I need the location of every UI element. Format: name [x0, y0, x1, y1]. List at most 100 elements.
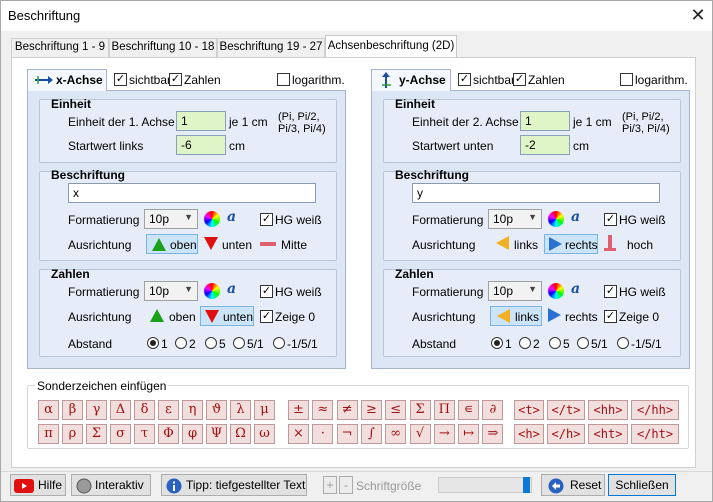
- tag-button[interactable]: <ht>: [588, 424, 628, 444]
- y-numbers-checkbox[interactable]: ✓: [513, 73, 526, 86]
- x-start-input[interactable]: -6: [176, 135, 226, 155]
- triangle-left-icon[interactable]: [496, 236, 509, 250]
- x-caption-align-mitte[interactable]: Mitte: [281, 238, 307, 252]
- x-axis-tab[interactable]: x-Achse: [27, 69, 107, 91]
- interactive-button[interactable]: Interaktiv: [71, 474, 151, 496]
- math-symbol-button[interactable]: ∂: [482, 400, 504, 420]
- triangle-right-icon[interactable]: [548, 308, 561, 322]
- greek-symbol-button[interactable]: ϑ: [206, 400, 227, 420]
- greek-symbol-button[interactable]: η: [182, 400, 203, 420]
- math-symbol-button[interactable]: ∊: [458, 400, 480, 420]
- y-caption-bg-checkbox[interactable]: ✓: [604, 213, 617, 226]
- x-spacing-radio-5[interactable]: [205, 337, 217, 349]
- y-caption-input[interactable]: y: [412, 183, 660, 203]
- x-unit-input[interactable]: 1: [176, 111, 226, 131]
- x-spacing-radio-1[interactable]: [147, 337, 159, 349]
- color-wheel-icon[interactable]: [204, 283, 220, 299]
- tag-button[interactable]: <h>: [514, 424, 544, 444]
- x-numbers-size-select[interactable]: 10p ▼: [144, 281, 198, 301]
- math-symbol-button[interactable]: Π: [433, 400, 455, 420]
- greek-symbol-button[interactable]: μ: [254, 400, 275, 420]
- font-icon[interactable]: a: [571, 281, 580, 297]
- close-button[interactable]: Schließen: [608, 474, 676, 496]
- tag-button[interactable]: <hh>: [588, 400, 628, 420]
- x-caption-align-unten[interactable]: unten: [222, 238, 252, 252]
- tag-button[interactable]: </h>: [547, 424, 585, 444]
- math-symbol-button[interactable]: ≤: [385, 400, 407, 420]
- y-spacing-radio-neg[interactable]: [617, 337, 629, 349]
- x-caption-size-select[interactable]: 10p ▼: [144, 209, 198, 229]
- y-numbers-align-links-button[interactable]: links: [490, 306, 542, 326]
- y-caption-align-hoch[interactable]: hoch: [627, 238, 653, 252]
- x-show-zero-checkbox[interactable]: ✓: [260, 310, 273, 323]
- greek-symbol-button[interactable]: Ψ: [206, 424, 227, 444]
- greek-symbol-button[interactable]: β: [62, 400, 83, 420]
- y-caption-size-select[interactable]: 10p ▼: [488, 209, 542, 229]
- math-symbol-button[interactable]: →: [433, 424, 455, 444]
- greek-symbol-button[interactable]: ω: [254, 424, 275, 444]
- font-plus-button[interactable]: +: [323, 476, 337, 494]
- y-spacing-radio-5-1[interactable]: [577, 337, 589, 349]
- y-axis-tab[interactable]: y-Achse: [371, 69, 451, 91]
- math-symbol-button[interactable]: ≥: [360, 400, 382, 420]
- x-spacing-radio-2[interactable]: [175, 337, 187, 349]
- font-icon[interactable]: a: [227, 209, 236, 225]
- tab-beschriftung-1-9[interactable]: Beschriftung 1 - 9: [11, 38, 109, 57]
- color-wheel-icon[interactable]: [548, 283, 564, 299]
- math-symbol-button[interactable]: ≠: [336, 400, 358, 420]
- y-show-zero-checkbox[interactable]: ✓: [604, 310, 617, 323]
- tag-button[interactable]: </hh>: [631, 400, 679, 420]
- math-symbol-button[interactable]: ·: [312, 424, 334, 444]
- x-numbers-align-unten-button[interactable]: unten: [200, 306, 254, 326]
- greek-symbol-button[interactable]: λ: [230, 400, 251, 420]
- tag-button[interactable]: <t>: [514, 400, 544, 420]
- greek-symbol-button[interactable]: Φ: [158, 424, 179, 444]
- math-symbol-button[interactable]: ∫: [360, 424, 382, 444]
- greek-symbol-button[interactable]: π: [38, 424, 59, 444]
- y-log-checkbox[interactable]: [620, 73, 633, 86]
- math-symbol-button[interactable]: √: [409, 424, 431, 444]
- triangle-up-icon[interactable]: [150, 309, 164, 322]
- x-spacing-radio-5-1[interactable]: [233, 337, 245, 349]
- y-numbers-align-rechts[interactable]: rechts: [565, 310, 598, 324]
- center-bar-icon[interactable]: [260, 242, 276, 246]
- x-numbers-checkbox[interactable]: ✓: [169, 73, 182, 86]
- vertical-bar-icon[interactable]: [604, 235, 616, 251]
- x-caption-input[interactable]: x: [68, 183, 316, 203]
- y-numbers-size-select[interactable]: 10p ▼: [488, 281, 542, 301]
- close-icon[interactable]: ✕: [685, 3, 711, 27]
- math-symbol-button[interactable]: ±: [288, 400, 309, 420]
- math-symbol-button[interactable]: ¬: [336, 424, 358, 444]
- x-caption-bg-checkbox[interactable]: ✓: [260, 213, 273, 226]
- x-log-checkbox[interactable]: [277, 73, 290, 86]
- greek-symbol-button[interactable]: Δ: [110, 400, 131, 420]
- math-symbol-button[interactable]: ∞: [385, 424, 407, 444]
- slider-thumb[interactable]: [523, 477, 530, 493]
- tag-button[interactable]: </ht>: [631, 424, 679, 444]
- greek-symbol-button[interactable]: Ω: [230, 424, 251, 444]
- greek-symbol-button[interactable]: ε: [158, 400, 179, 420]
- x-numbers-bg-checkbox[interactable]: ✓: [260, 285, 273, 298]
- greek-symbol-button[interactable]: γ: [86, 400, 107, 420]
- math-symbol-button[interactable]: Σ: [409, 400, 431, 420]
- greek-symbol-button[interactable]: δ: [134, 400, 155, 420]
- color-wheel-icon[interactable]: [204, 211, 220, 227]
- y-start-input[interactable]: -2: [520, 135, 570, 155]
- math-symbol-button[interactable]: ≈: [312, 400, 334, 420]
- y-numbers-bg-checkbox[interactable]: ✓: [604, 285, 617, 298]
- font-icon[interactable]: a: [227, 281, 236, 297]
- x-visible-checkbox[interactable]: ✓: [114, 73, 127, 86]
- tab-beschriftung-10-18[interactable]: Beschriftung 10 - 18: [109, 38, 217, 57]
- font-size-slider[interactable]: [438, 477, 532, 493]
- greek-symbol-button[interactable]: α: [38, 400, 59, 420]
- tab-beschriftung-19-27[interactable]: Beschriftung 19 - 27: [217, 38, 325, 57]
- greek-symbol-button[interactable]: σ: [110, 424, 131, 444]
- greek-symbol-button[interactable]: ρ: [62, 424, 83, 444]
- math-symbol-button[interactable]: ↦: [458, 424, 480, 444]
- tag-button[interactable]: </t>: [547, 400, 585, 420]
- math-symbol-button[interactable]: ×: [288, 424, 309, 444]
- help-button[interactable]: Hilfe: [10, 474, 66, 496]
- y-caption-align-links[interactable]: links: [514, 238, 538, 252]
- greek-symbol-button[interactable]: φ: [182, 424, 203, 444]
- greek-symbol-button[interactable]: Σ: [86, 424, 107, 444]
